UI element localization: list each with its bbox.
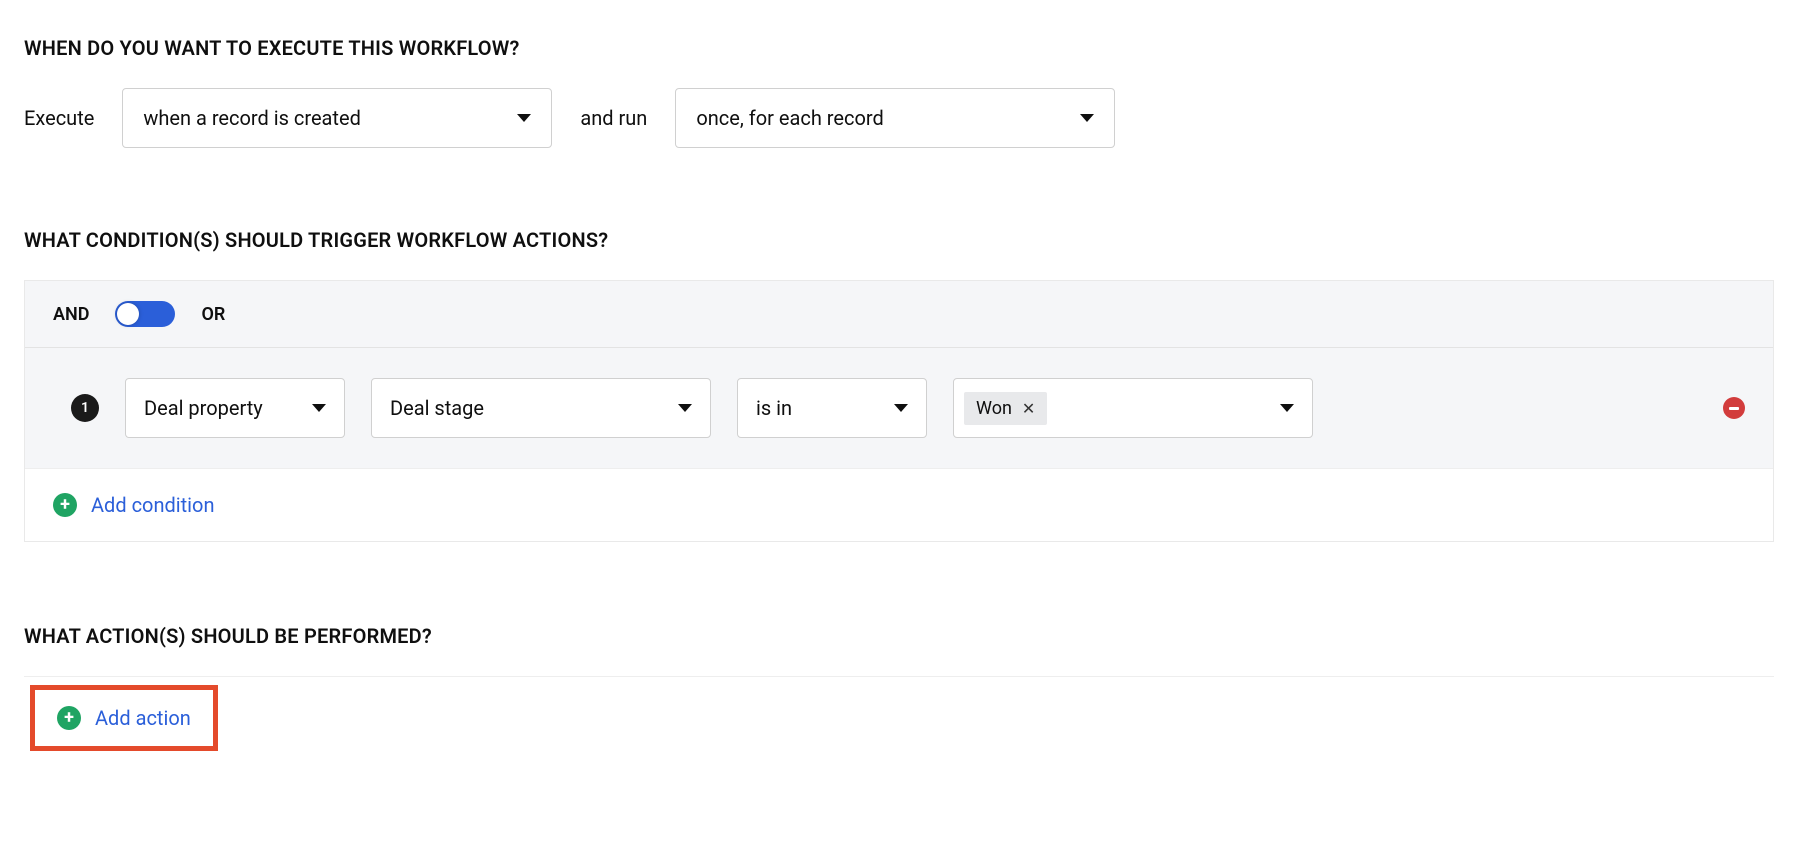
chevron-down-icon <box>678 404 692 412</box>
condition-value-tag: Won ✕ <box>964 392 1047 425</box>
condition-value-select[interactable]: Won ✕ <box>953 378 1313 438</box>
execute-heading: WHEN DO YOU WANT TO EXECUTE THIS WORKFLO… <box>24 36 1774 60</box>
execute-run-select[interactable]: once, for each record <box>675 88 1115 148</box>
condition-operator-select[interactable]: is in <box>737 378 927 438</box>
execute-trigger-select[interactable]: when a record is created <box>122 88 552 148</box>
execute-row: Execute when a record is created and run… <box>24 88 1774 148</box>
condition-property-select[interactable]: Deal stage <box>371 378 711 438</box>
actions-divider <box>24 676 1774 677</box>
add-action-button[interactable]: + Add action <box>30 685 218 751</box>
conditions-heading: WHAT CONDITION(S) SHOULD TRIGGER WORKFLO… <box>24 228 1774 252</box>
chevron-down-icon <box>894 404 908 412</box>
logic-or-label: OR <box>201 304 225 325</box>
toggle-knob <box>117 303 139 325</box>
add-condition-label: Add condition <box>91 493 215 517</box>
condition-field-value: Deal property <box>144 396 263 420</box>
and-run-label: and run <box>580 106 647 130</box>
logic-toggle-row: AND OR <box>25 281 1773 347</box>
condition-row: 1 Deal property Deal stage is in Won ✕ <box>25 347 1773 468</box>
add-action-label: Add action <box>95 706 191 730</box>
chevron-down-icon <box>517 114 531 122</box>
plus-icon: + <box>57 706 81 730</box>
condition-index-badge: 1 <box>71 394 99 422</box>
conditions-box: AND OR 1 Deal property Deal stage is in … <box>24 280 1774 542</box>
remove-condition-button[interactable] <box>1723 397 1745 419</box>
condition-field-select[interactable]: Deal property <box>125 378 345 438</box>
condition-operator-value: is in <box>756 396 792 420</box>
remove-tag-icon[interactable]: ✕ <box>1022 399 1035 418</box>
add-condition-button[interactable]: + Add condition <box>25 468 1773 541</box>
execute-label: Execute <box>24 106 94 130</box>
chevron-down-icon <box>312 404 326 412</box>
plus-icon: + <box>53 493 77 517</box>
chevron-down-icon <box>1080 114 1094 122</box>
condition-value-text: Won <box>976 398 1012 419</box>
execute-run-value: once, for each record <box>696 106 883 130</box>
execute-trigger-value: when a record is created <box>143 106 361 130</box>
logic-and-label: AND <box>53 304 89 325</box>
actions-heading: WHAT ACTION(S) SHOULD BE PERFORMED? <box>24 624 1774 648</box>
chevron-down-icon <box>1280 404 1294 412</box>
condition-property-value: Deal stage <box>390 396 484 420</box>
logic-toggle[interactable] <box>115 301 175 327</box>
minus-icon <box>1729 407 1739 410</box>
